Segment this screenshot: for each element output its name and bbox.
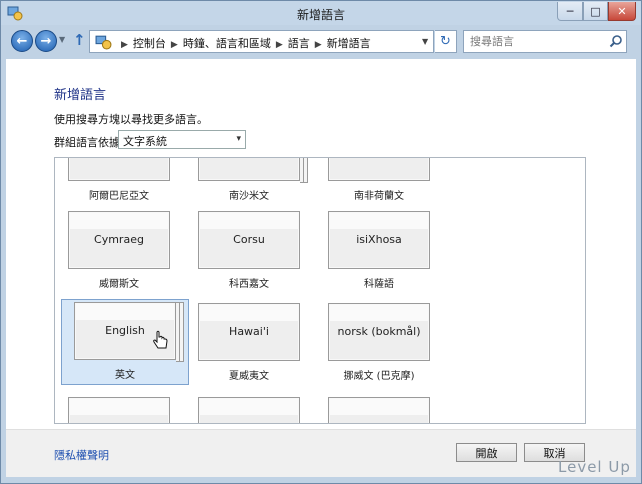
hand-cursor-icon (153, 330, 168, 349)
back-button[interactable]: ← (11, 30, 33, 52)
search-box[interactable] (463, 30, 627, 53)
language-name: 夏威夷文 (229, 371, 269, 382)
footer-bar: 隱私權聲明 開啟 取消 (6, 429, 636, 477)
language-card[interactable] (328, 397, 430, 423)
language-native-name: Hawai'i (229, 325, 269, 338)
breadcrumb-clock-language-region[interactable]: 時鐘、語言和區域 (183, 37, 271, 50)
breadcrumb: ▶ 控制台 ▶ 時鐘、語言和區域 ▶ 語言 ▶ 新增語言 (116, 35, 371, 51)
language-name: 英文 (115, 370, 135, 381)
privacy-statement-link[interactable]: 隱私權聲明 (54, 447, 109, 463)
window: 新增語言 ─ □ ✕ ← → ▼ ↑ ▶ 控制台 ▶ 時鐘、語言和區域 ▶ 語言 ▶ 新增語言… (0, 0, 642, 484)
search-input[interactable] (464, 31, 604, 52)
address-dropdown-icon[interactable]: ▼ (422, 37, 428, 46)
language-tile[interactable]: 南沙米文 (185, 158, 313, 206)
chevron-right-icon[interactable]: ▶ (171, 40, 178, 50)
chevron-down-icon: ▾ (236, 134, 241, 144)
page-title: 新增語言 (54, 88, 107, 103)
language-card[interactable]: isiXhosa (328, 211, 430, 269)
control-panel-icon (95, 35, 112, 50)
language-tile[interactable]: 阿爾巴尼亞文 (55, 158, 183, 206)
language-native-name: Cymraeg (94, 233, 144, 246)
navigation-bar: ← → ▼ ↑ ▶ 控制台 ▶ 時鐘、語言和區域 ▶ 語言 ▶ 新增語言 ▼ ↻ (5, 28, 637, 56)
language-name: 威爾斯文 (99, 279, 139, 290)
language-card[interactable] (198, 158, 308, 183)
language-tile[interactable]: Cymraeg 威爾斯文 (55, 208, 183, 294)
breadcrumb-control-panel[interactable]: 控制台 (133, 37, 166, 50)
language-card[interactable] (68, 397, 170, 423)
watermark-text: Level Up (558, 458, 631, 476)
chevron-right-icon[interactable]: ▶ (315, 40, 322, 50)
language-card[interactable]: Hawai'i (198, 303, 300, 361)
language-native-name: isiXhosa (356, 233, 402, 246)
breadcrumb-add-language[interactable]: 新增語言 (327, 37, 371, 50)
language-name: 科薩語 (364, 279, 394, 290)
language-card[interactable] (198, 397, 300, 423)
language-name: 挪威文 (巴克摩) (343, 371, 415, 382)
search-icon[interactable] (609, 34, 623, 48)
language-name: 科西嘉文 (229, 279, 269, 290)
language-card[interactable]: Cymraeg (68, 211, 170, 269)
language-card[interactable]: norsk (bokmål) (328, 303, 430, 361)
language-tile-selected[interactable]: English 英文 (61, 299, 189, 385)
address-bar[interactable]: ▶ 控制台 ▶ 時鐘、語言和區域 ▶ 語言 ▶ 新增語言 ▼ (89, 30, 434, 53)
language-name: 南沙米文 (229, 191, 269, 202)
content-area: 新增語言 使用搜尋方塊以尋找更多語言。 群組語言依據: 文字系統 ▾ 阿爾巴尼亞… (6, 59, 636, 477)
open-button[interactable]: 開啟 (456, 443, 517, 462)
language-card[interactable]: Corsu (198, 211, 300, 269)
refresh-button[interactable]: ↻ (435, 30, 457, 53)
close-button[interactable]: ✕ (608, 2, 636, 21)
recent-locations-dropdown[interactable]: ▼ (59, 35, 65, 44)
forward-button[interactable]: → (35, 30, 57, 52)
language-tile[interactable]: norsk (bokmål) 挪威文 (巴克摩) (315, 300, 443, 386)
language-card[interactable] (68, 158, 170, 181)
description-text: 使用搜尋方塊以尋找更多語言。 (54, 113, 208, 126)
window-title: 新增語言 (296, 8, 345, 22)
breadcrumb-language[interactable]: 語言 (288, 37, 310, 50)
language-tile[interactable] (185, 394, 313, 423)
language-native-name: norsk (bokmål) (337, 325, 421, 338)
minimize-button[interactable]: ─ (557, 2, 583, 21)
group-by-select[interactable]: 文字系統 ▾ (118, 130, 246, 149)
title-bar[interactable]: 新增語言 ─ □ ✕ (1, 1, 641, 25)
language-name: 阿爾巴尼亞文 (89, 191, 149, 202)
language-name: 南非荷蘭文 (354, 191, 404, 202)
language-tile[interactable]: Corsu 科西嘉文 (185, 208, 313, 294)
group-by-value: 文字系統 (123, 135, 167, 148)
language-tile[interactable]: Hawai'i 夏威夷文 (185, 300, 313, 386)
language-native-name: Corsu (233, 233, 265, 246)
maximize-button[interactable]: □ (583, 2, 608, 21)
language-tile[interactable] (315, 394, 443, 423)
chevron-right-icon: ▶ (121, 40, 128, 50)
language-tile[interactable] (55, 394, 183, 423)
language-grid[interactable]: 阿爾巴尼亞文 南沙米文 南非荷蘭文 Cymraeg 威爾斯文 Corsu 科西嘉… (54, 157, 586, 424)
group-by-label: 群組語言依據: (54, 136, 124, 149)
language-card[interactable] (328, 158, 430, 181)
language-tile[interactable]: isiXhosa 科薩語 (315, 208, 443, 294)
language-tile[interactable]: 南非荷蘭文 (315, 158, 443, 206)
chevron-right-icon[interactable]: ▶ (276, 40, 283, 50)
up-button[interactable]: ↑ (73, 31, 86, 49)
